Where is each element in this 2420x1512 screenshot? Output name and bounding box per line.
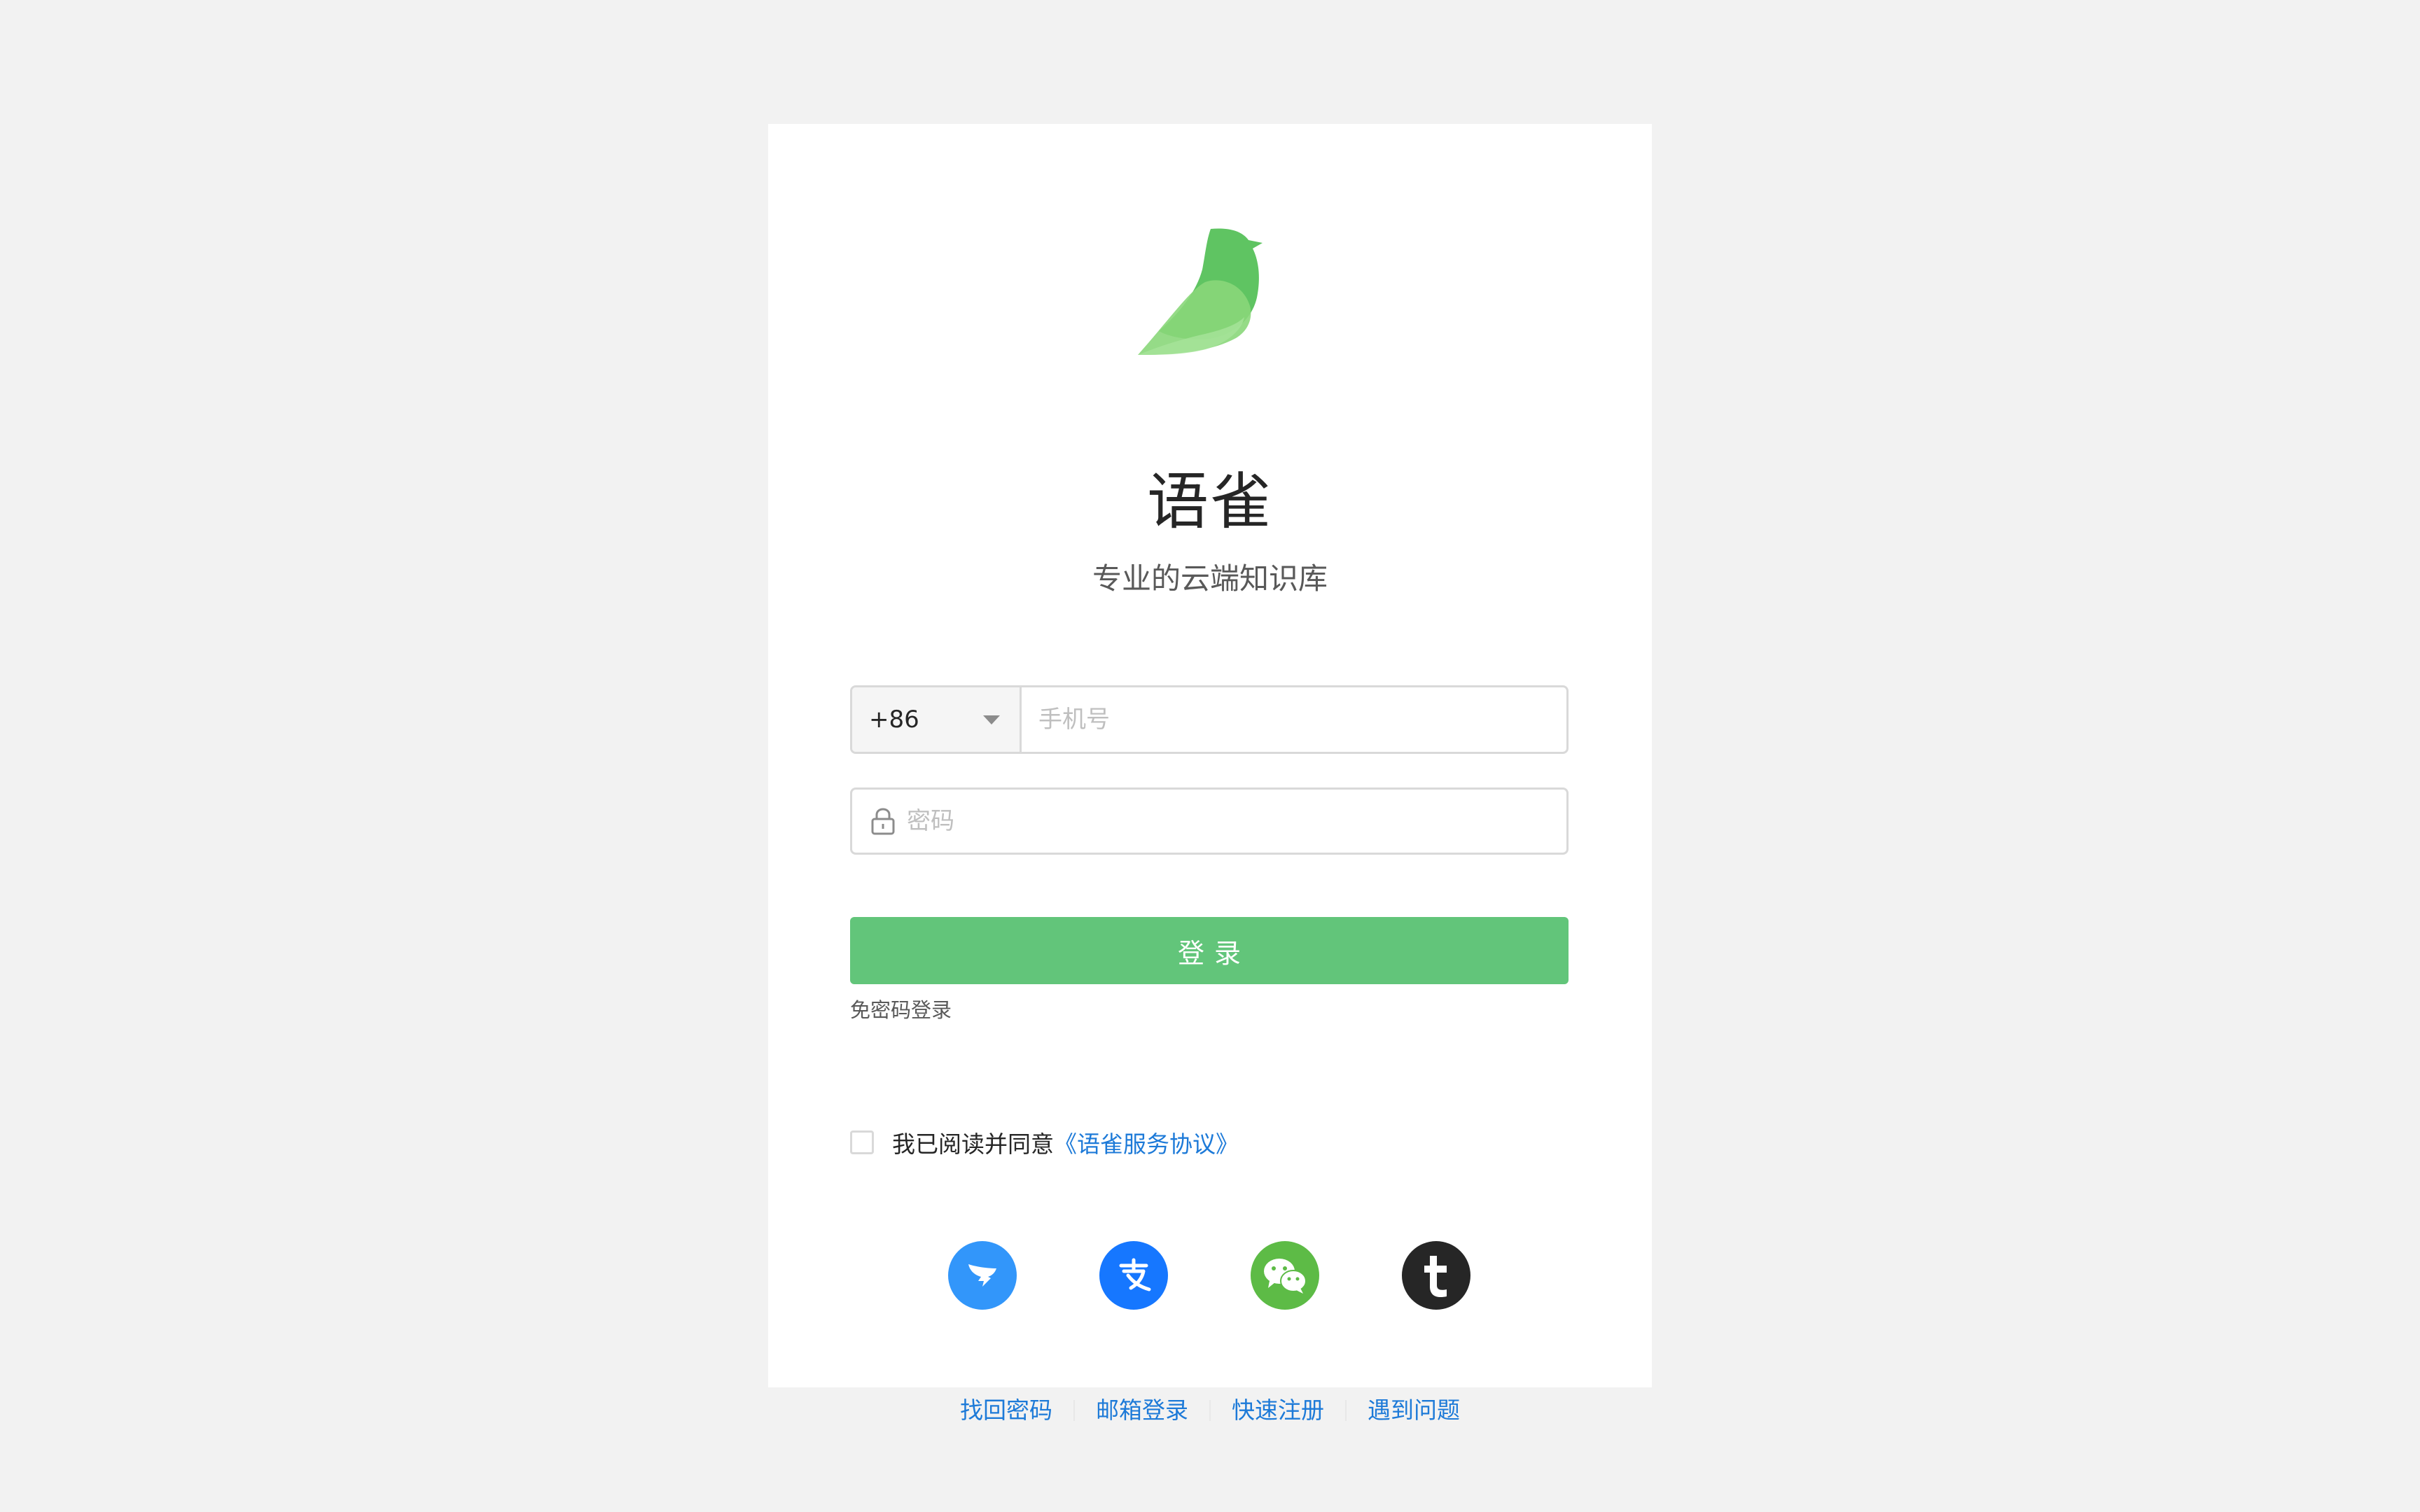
login-card: 语雀 专业的云端知识库 +86 登录 免密码登录 我已阅读并同意 《语雀服务协议…: [768, 124, 1652, 1424]
help-link[interactable]: 遇到问题: [1347, 1395, 1481, 1426]
taobao-login-button[interactable]: [1402, 1241, 1470, 1310]
agreement-text: 我已阅读并同意: [892, 1130, 1054, 1158]
yuque-logo-icon: [1138, 227, 1282, 355]
forgot-password-link[interactable]: 找回密码: [939, 1395, 1073, 1426]
phone-input[interactable]: [1022, 687, 1566, 752]
country-code-select[interactable]: +86: [852, 687, 1022, 752]
chevron-down-icon: [983, 715, 1000, 724]
password-field-group[interactable]: [850, 788, 1569, 855]
footer-links: 找回密码 邮箱登录 快速注册 遇到问题: [768, 1395, 1652, 1426]
dingtalk-login-button[interactable]: [948, 1241, 1017, 1310]
login-button[interactable]: 登录: [850, 917, 1569, 984]
app-tagline: 专业的云端知识库: [1092, 561, 1328, 596]
lock-icon: [871, 808, 895, 835]
app-title: 语雀: [1146, 465, 1273, 538]
password-input[interactable]: [905, 806, 1566, 836]
quick-register-link[interactable]: 快速注册: [1211, 1395, 1345, 1426]
social-login-row: [948, 1241, 1470, 1310]
page: 语雀 专业的云端知识库 +86 登录 免密码登录 我已阅读并同意 《语雀服务协议…: [0, 0, 2420, 1512]
passwordless-login-link[interactable]: 免密码登录: [850, 996, 952, 1024]
service-agreement-link[interactable]: 《语雀服务协议》: [1054, 1126, 1239, 1159]
phone-field-group: +86: [850, 685, 1569, 754]
alipay-icon: [1119, 1258, 1151, 1292]
email-login-link[interactable]: 邮箱登录: [1075, 1395, 1209, 1426]
alipay-login-button[interactable]: [1099, 1241, 1168, 1310]
wechat-icon: [1264, 1259, 1307, 1294]
country-code-value: +86: [869, 706, 919, 734]
agreement-row: 我已阅读并同意 《语雀服务协议》: [850, 1126, 1239, 1159]
agreement-checkbox[interactable]: [850, 1130, 874, 1154]
dingtalk-icon: [968, 1264, 996, 1287]
wechat-login-button[interactable]: [1251, 1241, 1319, 1310]
taobao-icon: [1424, 1256, 1447, 1298]
